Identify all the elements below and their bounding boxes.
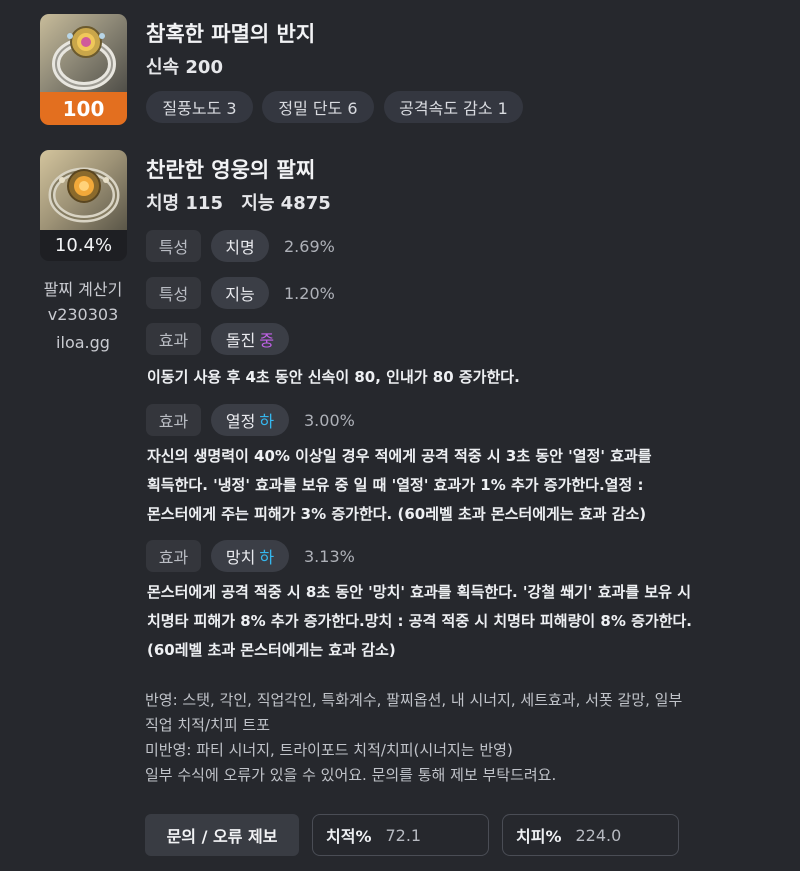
description-line: (60레벨 초과 몬스터에게는 효과 감소) [147, 641, 396, 659]
option-name-pill: 돌진 중 [211, 323, 289, 355]
option-description: 이동기 사용 후 4초 동안 신속이 80, 인내가 80 증가한다. [147, 363, 777, 392]
crit-damage-label: 치피% [516, 827, 562, 846]
bracelet-percent: 10.4% [40, 230, 127, 261]
note-line: 미반영: 파티 시너지, 트라이포드 치적/치피(시너지는 반영) [145, 741, 513, 759]
engraving-chip: 공격속도 감소 1 [384, 91, 523, 123]
description-line: 몬스터에게 공격 적중 시 8초 동안 '망치' 효과를 획득한다. '강철 쐐… [147, 583, 691, 601]
crit-damage-input[interactable] [575, 825, 656, 845]
option-grade: 중 [259, 331, 275, 350]
bracelet-stat-label: 지능 [241, 193, 275, 214]
crit-rate-field[interactable]: 치적% [312, 814, 489, 856]
ring-stat-value: 200 [185, 57, 223, 78]
report-error-button[interactable]: 문의 / 오류 제보 [145, 814, 299, 856]
option-type-tag: 효과 [146, 323, 201, 355]
option-name-pill: 치명 [211, 230, 269, 262]
option-name-pill: 망치 하 [211, 540, 289, 572]
option-description: 자신의 생명력이 40% 이상일 경우 적에게 공격 적중 시 3초 동안 '열… [147, 442, 777, 529]
option-type-tag: 효과 [146, 404, 201, 436]
option-grade: 하 [259, 412, 275, 431]
description-line: 몬스터에게 주는 피해가 3% 증가한다. (60레벨 초과 몬스터에게는 효과… [147, 505, 647, 523]
option-value: 1.20% [284, 284, 335, 303]
bracelet-stats: 치명 115 지능 4875 [146, 189, 331, 215]
note-line: 직업 치적/치피 트포 [145, 716, 270, 734]
option-name: 망치 [225, 548, 256, 567]
ring-quality-badge: 100 [40, 92, 127, 125]
calculator-title: 팔찌 계산기 [43, 280, 123, 299]
description-line: 이동기 사용 후 4초 동안 신속이 80, 인내가 80 증가한다. [147, 368, 520, 386]
calculator-site: iloa.gg [56, 333, 110, 352]
option-type-tag: 효과 [146, 540, 201, 572]
option-value: 3.13% [304, 547, 355, 566]
option-description: 몬스터에게 공격 적중 시 8초 동안 '망치' 효과를 획득한다. '강철 쐐… [147, 578, 777, 665]
engraving-chip: 정밀 단도 6 [262, 91, 374, 123]
description-line: 자신의 생명력이 40% 이상일 경우 적에게 공격 적중 시 3초 동안 '열… [147, 447, 652, 465]
option-type-tag: 특성 [146, 230, 201, 262]
option-value: 3.00% [304, 411, 355, 430]
crit-rate-input[interactable] [385, 825, 466, 845]
note-line: 반영: 스탯, 각인, 직업각인, 특화계수, 팔찌옵션, 내 시너지, 세트효… [145, 691, 683, 709]
option-type-tag: 특성 [146, 277, 201, 309]
calculator-version: v230303 [47, 305, 119, 324]
bracelet-icon [48, 167, 120, 223]
bracelet-name: 찬란한 영웅의 팔찌 [146, 158, 316, 182]
ring-icon [52, 26, 116, 90]
option-name: 돌진 [225, 331, 256, 350]
option-grade: 하 [259, 548, 275, 567]
bracelet-item-icon [40, 150, 127, 230]
option-name-pill: 지능 [211, 277, 269, 309]
option-value: 2.69% [284, 237, 335, 256]
ring-name: 참혹한 파멸의 반지 [146, 22, 316, 46]
ring-stat-label: 신속 [146, 57, 180, 78]
ring-item-icon [40, 14, 127, 98]
note-line: 일부 수식에 오류가 있을 수 있어요. 문의를 통해 제보 부탁드려요. [145, 766, 557, 784]
crit-damage-field[interactable]: 치피% [502, 814, 679, 856]
calculation-notes: 반영: 스탯, 각인, 직업각인, 특화계수, 팔찌옵션, 내 시너지, 세트효… [145, 688, 785, 788]
description-line: 획득한다. '냉정' 효과를 보유 중 일 때 '열정' 효과가 1% 추가 증… [147, 476, 644, 494]
bracelet-stat-label: 치명 [146, 193, 180, 214]
description-line: 치명타 피해가 8% 추가 증가한다.망치 : 공격 적중 시 치명타 피해량이… [147, 612, 692, 630]
bracelet-stat-value: 4875 [280, 193, 331, 214]
option-name-pill: 열정 하 [211, 404, 289, 436]
ring-stat: 신속 200 [146, 53, 223, 79]
bracelet-stat-value: 115 [185, 193, 223, 214]
engraving-chip: 질풍노도 3 [146, 91, 253, 123]
option-name: 열정 [225, 412, 256, 431]
crit-rate-label: 치적% [326, 827, 372, 846]
